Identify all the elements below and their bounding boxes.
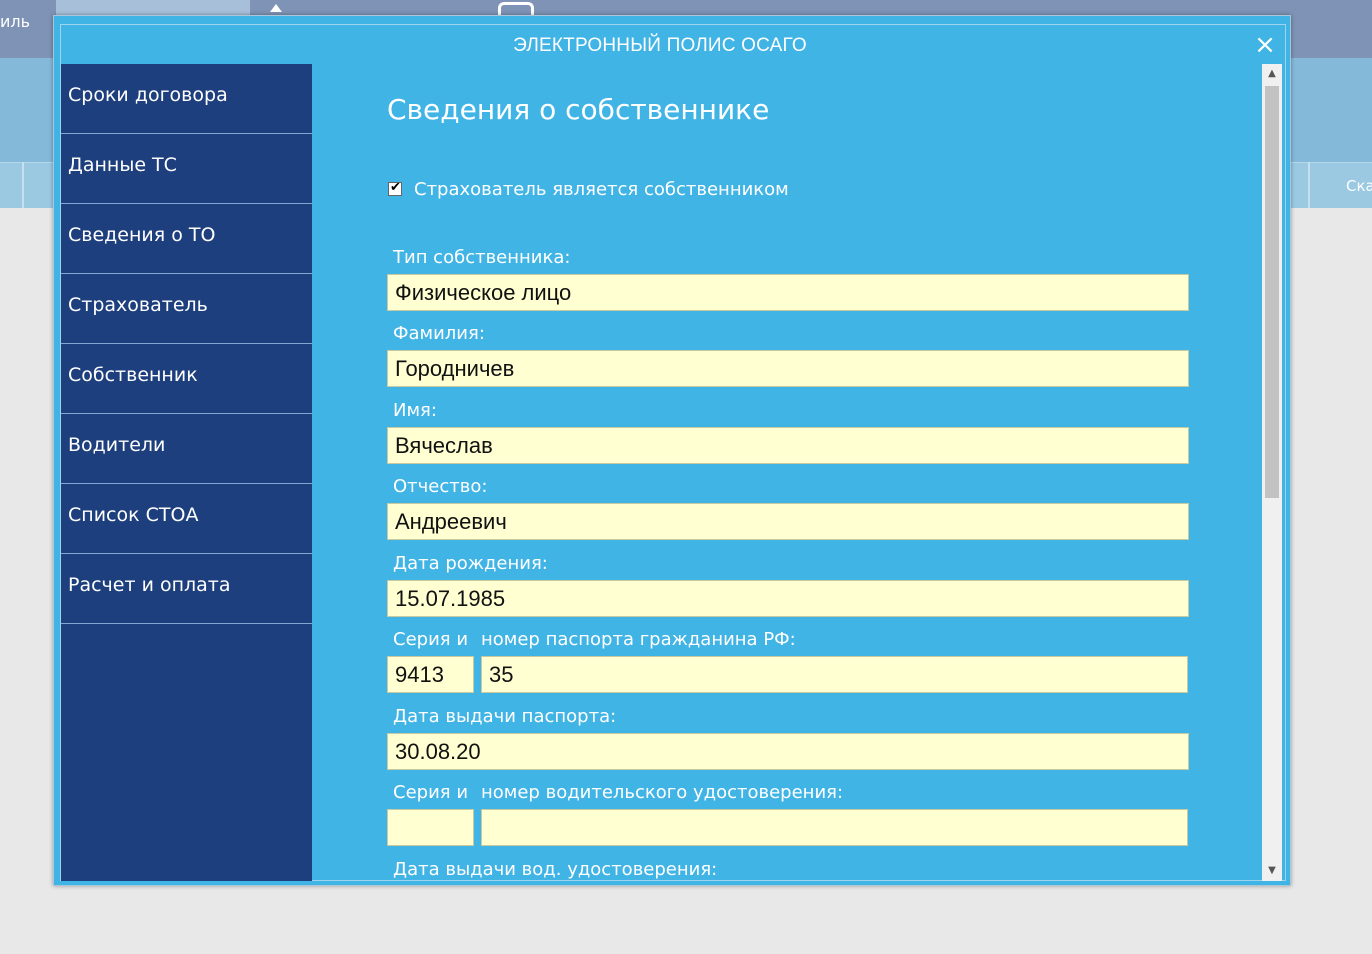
owner-is-insurer-label: Страхователь является собственником (414, 179, 789, 200)
form-content: Сведения о собственнике ✔ Страхователь я… (312, 64, 1262, 881)
birth-date-label: Дата рождения: (393, 553, 548, 574)
passport-number-label: номер паспорта гражданина РФ: (481, 629, 796, 650)
sidebar-item-owner[interactable]: Собственник (61, 344, 312, 414)
sidebar-nav: Сроки договора Данные ТС Сведения о ТО С… (61, 64, 312, 881)
passport-number-field[interactable]: 35 (481, 656, 1188, 693)
sidebar-item-drivers[interactable]: Водители (61, 414, 312, 484)
tab-divider (22, 162, 24, 208)
patronymic-field[interactable]: Андреевич (387, 503, 1189, 540)
app-header-text: иль (0, 12, 31, 31)
printer-icon (498, 2, 534, 16)
passport-series-label: Серия и (393, 629, 469, 650)
close-icon[interactable]: × (1252, 32, 1278, 59)
birth-date-field[interactable]: 15.07.1985 (387, 580, 1189, 617)
app-header-tab[interactable] (56, 0, 250, 16)
passport-series-field[interactable]: 9413 (387, 656, 474, 693)
modal-title: ЭЛЕКТРОННЫЙ ПОЛИС ОСАГО (513, 35, 807, 56)
name-field[interactable]: Вячеслав (387, 427, 1189, 464)
checkmark-icon: ✔ (390, 180, 401, 195)
license-number-label: номер водительского удостоверения: (481, 782, 844, 803)
surname-field[interactable]: Городничев (387, 350, 1189, 387)
name-label: Имя: (393, 400, 437, 421)
sidebar-item-insurer[interactable]: Страхователь (61, 274, 312, 344)
scroll-up-icon[interactable]: ▲ (1262, 64, 1282, 84)
upload-icon (270, 4, 282, 12)
surname-label: Фамилия: (393, 323, 485, 344)
scroll-down-icon[interactable]: ▼ (1262, 861, 1282, 881)
sidebar-item-contract-terms[interactable]: Сроки договора (61, 64, 312, 134)
passport-date-field[interactable]: 30.08.20 (387, 733, 1189, 770)
section-title: Сведения о собственнике (387, 93, 770, 126)
sidebar-item-inspection[interactable]: Сведения о ТО (61, 204, 312, 274)
license-series-field[interactable] (387, 809, 474, 846)
license-date-label: Дата выдачи вод. удостоверения: (393, 859, 718, 880)
sidebar-item-payment[interactable]: Расчет и оплата (61, 554, 312, 624)
sidebar-item-service-stations[interactable]: Список СТОА (61, 484, 312, 554)
passport-date-label: Дата выдачи паспорта: (393, 706, 617, 727)
sidebar-item-vehicle-data[interactable]: Данные ТС (61, 134, 312, 204)
owner-type-label: Тип собственника: (393, 247, 571, 268)
owner-type-field[interactable]: Физическое лицо (387, 274, 1189, 311)
owner-is-insurer-checkbox[interactable]: ✔ (388, 180, 402, 196)
license-series-label: Серия и (393, 782, 469, 803)
osago-modal: ЭЛЕКТРОННЫЙ ПОЛИС ОСАГО × Сроки договора… (53, 15, 1291, 886)
tab-divider (1308, 162, 1310, 208)
patronymic-label: Отчество: (393, 476, 488, 497)
form-scrollbar[interactable]: ▲ ▼ (1262, 64, 1282, 881)
scroll-thumb[interactable] (1265, 86, 1279, 498)
license-number-field[interactable] (481, 809, 1188, 846)
app-tab-label[interactable]: Ска (1346, 177, 1372, 195)
